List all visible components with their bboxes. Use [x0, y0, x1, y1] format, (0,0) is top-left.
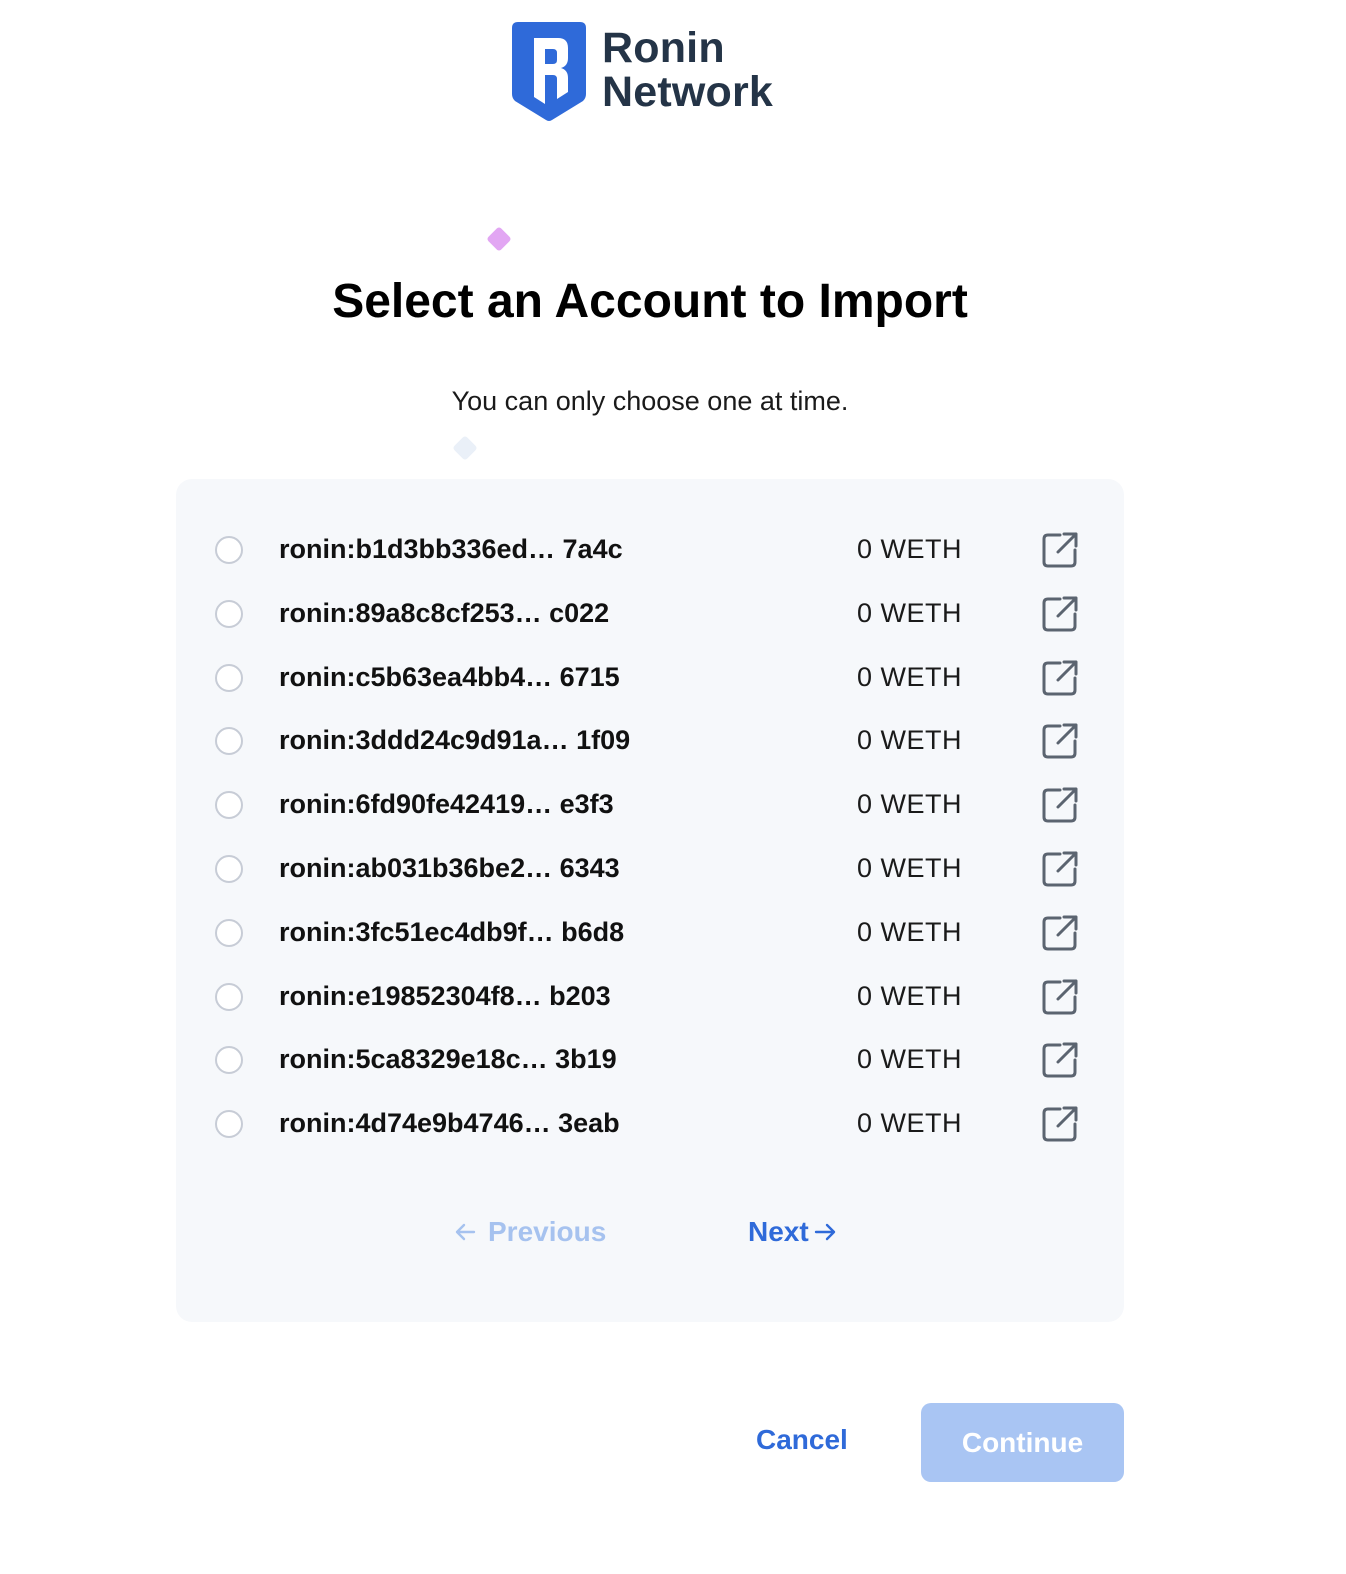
page-subtitle: You can only choose one at time.	[451, 386, 849, 416]
external-link-icon[interactable]	[1040, 530, 1080, 570]
external-link-icon[interactable]	[1040, 1040, 1080, 1080]
account-balance: 0 WETH	[857, 980, 963, 1011]
account-radio[interactable]	[215, 663, 243, 692]
account-address: ronin:b1d3bb336ed… 7a4c	[279, 534, 623, 564]
account-address: ronin:89a8c8cf253… c022	[279, 597, 610, 628]
account-address: ronin:5ca8329e18c… 3b19	[279, 1044, 617, 1075]
account-row[interactable]: ronin:e19852304f8… b203 0 WETH	[176, 971, 1124, 1027]
decorative-diamond-pink	[486, 226, 512, 252]
external-link-icon[interactable]	[1040, 1104, 1080, 1144]
next-page-button[interactable]: Next	[748, 1216, 839, 1248]
account-address: ronin:4d74e9b4746… 3eab	[279, 1108, 620, 1139]
external-link-icon[interactable]	[1040, 594, 1080, 634]
account-radio[interactable]	[215, 1046, 243, 1075]
page-title: Select an Account to Import	[332, 275, 968, 328]
external-link-icon[interactable]	[1040, 785, 1080, 825]
account-balance: 0 WETH	[857, 661, 963, 692]
brand-line-1: Ronin	[602, 24, 725, 72]
ronin-shield-icon	[512, 22, 586, 121]
brand-line-2: Network	[602, 68, 774, 116]
cancel-button[interactable]: Cancel	[756, 1424, 848, 1456]
account-radio[interactable]	[215, 855, 243, 883]
account-balance: 0 WETH	[857, 853, 963, 883]
external-link-icon[interactable]	[1040, 913, 1080, 953]
continue-button[interactable]: Continue	[921, 1403, 1124, 1482]
account-address: ronin:6fd90fe42419… e3f3	[279, 789, 614, 820]
account-balance: 0 WETH	[857, 789, 963, 820]
account-balance: 0 WETH	[857, 916, 963, 947]
ronin-network-logo: Ronin Network	[512, 22, 773, 122]
external-link-icon[interactable]	[1040, 977, 1080, 1017]
account-radio[interactable]	[215, 918, 243, 947]
account-radio[interactable]	[215, 1110, 243, 1139]
external-link-icon[interactable]	[1040, 721, 1080, 761]
account-address: ronin:c5b63ea4bb4… 6715	[279, 661, 620, 692]
arrow-left-icon	[455, 1223, 476, 1241]
arrow-right-icon	[814, 1223, 835, 1241]
account-balance: 0 WETH	[857, 1108, 963, 1139]
account-list-card: ronin:b1d3bb336ed… 7a4c 0 WETH ronin:89a…	[176, 479, 1124, 1322]
brand-name: Ronin Network	[602, 26, 773, 114]
account-balance: 0 WETH	[857, 597, 963, 628]
account-row[interactable]: ronin:c5b63ea4bb4… 6715 0 WETH	[176, 652, 1124, 708]
account-balance: 0 WETH	[857, 1044, 963, 1075]
external-link-icon[interactable]	[1040, 849, 1080, 889]
account-row[interactable]: ronin:b1d3bb336ed… 7a4c 0 WETH	[176, 524, 1124, 580]
import-account-page: Ronin Network Select an Account to Impor…	[0, 0, 1346, 1574]
account-radio[interactable]	[215, 791, 243, 820]
account-balance: 0 WETH	[857, 725, 963, 756]
account-radio[interactable]	[215, 536, 243, 564]
account-row[interactable]: ronin:3ddd24c9d91a… 1f09 0 WETH	[176, 715, 1124, 771]
account-address: ronin:ab031b36be2… 6343	[279, 853, 620, 883]
previous-label: Previous	[488, 1216, 607, 1247]
external-link-icon[interactable]	[1040, 658, 1080, 698]
account-radio[interactable]	[215, 982, 243, 1011]
account-address: ronin:e19852304f8… b203	[279, 980, 611, 1011]
previous-page-button[interactable]: Previous	[452, 1216, 606, 1248]
account-row[interactable]: ronin:6fd90fe42419… e3f3 0 WETH	[176, 779, 1124, 835]
account-address: ronin:3fc51ec4db9f… b6d8	[279, 916, 625, 947]
next-label: Next	[748, 1216, 809, 1247]
decorative-diamond-blue	[452, 435, 478, 461]
account-radio[interactable]	[215, 727, 243, 756]
account-row[interactable]: ronin:89a8c8cf253… c022 0 WETH	[176, 588, 1124, 644]
account-radio[interactable]	[215, 599, 243, 628]
account-row[interactable]: ronin:4d74e9b4746… 3eab 0 WETH	[176, 1098, 1124, 1154]
account-row[interactable]: ronin:5ca8329e18c… 3b19 0 WETH	[176, 1034, 1124, 1090]
account-row[interactable]: ronin:3fc51ec4db9f… b6d8 0 WETH	[176, 907, 1124, 963]
account-row[interactable]: ronin:ab031b36be2… 6343 0 WETH	[176, 843, 1124, 899]
account-address: ronin:3ddd24c9d91a… 1f09	[279, 725, 631, 756]
account-balance: 0 WETH	[857, 534, 963, 564]
